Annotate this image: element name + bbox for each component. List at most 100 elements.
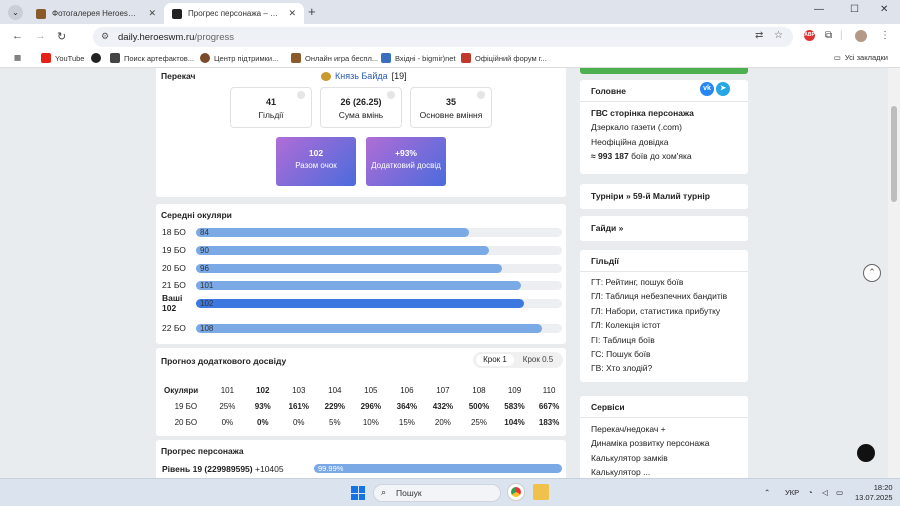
table-cell: 25%	[219, 401, 236, 411]
list-item[interactable]: ГС: Пошук боїв	[580, 347, 748, 361]
telegram-icon[interactable]: ➤	[716, 82, 730, 96]
file-explorer-icon[interactable]	[533, 484, 549, 500]
list-item[interactable]: Перекач/недокач +	[580, 422, 748, 436]
back-icon[interactable]: ←	[12, 30, 23, 42]
table-cell: 5%	[329, 417, 341, 427]
tab-bar: ⌄ Фотогалерея HeroesWM. Княз ✕ Прогрес п…	[0, 0, 900, 24]
tournaments-link[interactable]: Турніри » 59-й Малий турнір	[580, 184, 748, 209]
table-cell: 0%	[292, 417, 305, 427]
list-item[interactable]: ГІ: Таблиця боїв	[580, 333, 748, 347]
windows-start-icon[interactable]	[351, 486, 365, 500]
bookmark-globe[interactable]	[91, 53, 101, 63]
level-bar-value: 90	[200, 246, 209, 255]
card-title: Сервіси	[591, 402, 625, 412]
volume-icon[interactable]: ◁	[822, 488, 828, 497]
site-info-icon[interactable]: ⚙	[101, 31, 109, 42]
all-bookmarks[interactable]: ▭ Усі закладки	[834, 53, 888, 62]
level-row: 18 БО 84	[162, 226, 562, 238]
globe-icon	[91, 53, 101, 63]
level-progress-value: 99.99%	[318, 464, 344, 473]
card-title: Головне	[591, 86, 626, 96]
battery-icon[interactable]: ▭	[836, 488, 843, 497]
list-item[interactable]: Динаміка розвитку персонажа	[580, 436, 748, 450]
close-tab-icon[interactable]: ✕	[148, 8, 156, 19]
tab-search-icon[interactable]: ⌄	[8, 5, 23, 20]
list-item[interactable]: ГВС сторінка персонажа	[580, 106, 748, 120]
list-item[interactable]: Калькулятор замків	[580, 451, 748, 465]
extensions-icon[interactable]: ⧉	[825, 30, 832, 41]
guilds-list: ГТ: Рейтинг, пошук боїв ГЛ: Таблиця небез…	[580, 272, 748, 376]
scrollbar-thumb[interactable]	[891, 106, 897, 202]
tournaments-card[interactable]: Турніри » 59-й Малий турнір	[580, 184, 748, 209]
youtube-icon	[41, 53, 51, 63]
step-0-5-button[interactable]: Крок 0.5	[517, 354, 559, 366]
list-item[interactable]: Калькулятор ...	[580, 465, 748, 478]
language-indicator[interactable]: УКР	[785, 488, 799, 497]
chrome-icon[interactable]	[508, 484, 524, 500]
level-bar-value: 84	[200, 228, 209, 237]
bookmark-online-game[interactable]: Онлайн игра беспл...	[291, 53, 378, 63]
clock[interactable]: 18:20 13.07.2025	[855, 483, 893, 503]
tab-gallery[interactable]: Фотогалерея HeroesWM. Княз ✕	[28, 3, 164, 24]
level-bar-track: 90	[196, 246, 562, 255]
tray-chevron-icon[interactable]: ⌃	[764, 488, 770, 497]
hero-name-link[interactable]: Князь Байда	[335, 71, 388, 81]
info-icon[interactable]	[387, 91, 395, 99]
list-item[interactable]: Дзеркало газети (.com)	[580, 120, 748, 134]
reload-icon[interactable]: ↻	[57, 30, 66, 43]
level-label: 19 БО	[162, 245, 186, 255]
list-item[interactable]: ГТ: Рейтинг, пошук боїв	[580, 275, 748, 289]
apps-grid-icon[interactable]: ▦	[14, 53, 21, 62]
table-cell: 161%	[288, 401, 309, 411]
level-label: Ваші 102	[162, 293, 183, 313]
level-row: 19 БО 90	[162, 244, 562, 256]
list-item[interactable]: Неофіційна довідка	[580, 135, 748, 149]
list-item[interactable]: ГЛ: Набори, статистика прибутку	[580, 304, 748, 318]
translate-icon[interactable]: ⇄	[755, 30, 763, 41]
level-row: 21 БО 101	[162, 279, 562, 291]
close-tab-icon[interactable]: ✕	[288, 8, 296, 19]
bookmark-forum[interactable]: Офіційний форум г...	[461, 53, 547, 63]
profile-avatar-icon[interactable]	[855, 30, 867, 42]
maximize-icon[interactable]: ☐	[850, 4, 859, 15]
vk-icon[interactable]: vk	[700, 82, 714, 96]
bookmark-bigmir[interactable]: Вхідні - bigmir)net	[381, 53, 456, 63]
forward-icon[interactable]: →	[35, 30, 46, 42]
level-row: Ваші 102 102	[162, 293, 562, 313]
tab-progress[interactable]: Прогрес персонажа – HWM D ✕	[164, 3, 304, 24]
info-icon[interactable]	[477, 91, 485, 99]
scroll-top-icon[interactable]: ⌃	[863, 264, 881, 282]
taskbar-search[interactable]: ⌕ Пошук	[373, 484, 501, 502]
level-bar-track: 96	[196, 264, 562, 273]
bookmark-support[interactable]: Центр підтримки...	[200, 53, 278, 63]
level-bar-fill	[196, 324, 542, 333]
list-item[interactable]: ГЛ: Колекція істот	[580, 318, 748, 332]
new-tab-button[interactable]: +	[308, 4, 316, 19]
list-item[interactable]: ГЛ: Таблиця небезпечних бандитів	[580, 289, 748, 303]
hero-name[interactable]: Князь Байда [19]	[321, 71, 407, 81]
row-label: 19 БО	[174, 401, 198, 411]
guides-link[interactable]: Гайди »	[580, 216, 748, 241]
step-1-button[interactable]: Крок 1	[476, 354, 514, 366]
omnibox[interactable]: ⚙ daily.heroeswm.ru/progress ⇄ ☆	[93, 27, 793, 47]
guides-card[interactable]: Гайди »	[580, 216, 748, 241]
bookmark-youtube[interactable]: YouTube	[41, 53, 84, 63]
bookmark-star-icon[interactable]: ☆	[774, 30, 783, 41]
list-item[interactable]: ГВ: Хто злодій?	[580, 361, 748, 375]
adblock-icon[interactable]: ABP	[804, 30, 815, 41]
minimize-icon[interactable]: —	[814, 4, 824, 15]
stat-label: Основне вміння	[419, 110, 483, 120]
page-scrollbar[interactable]	[888, 68, 900, 478]
level-label: 20 БО	[162, 263, 186, 273]
floating-action-button[interactable]	[857, 444, 875, 462]
info-icon[interactable]	[297, 91, 305, 99]
url-text[interactable]: daily.heroeswm.ru/progress	[118, 32, 234, 43]
wifi-icon[interactable]: ◔	[808, 488, 813, 497]
row-label: 20 БО	[174, 417, 198, 427]
services-card: Сервіси Перекач/недокач + Динаміка розвит…	[580, 396, 748, 478]
taskbar: ⌕ Пошук ⌃ УКР ◔ ◁ ▭ 18:20 13.07.2025	[0, 478, 900, 506]
close-window-icon[interactable]: ✕	[880, 4, 888, 15]
bookmark-artifacts[interactable]: Поиск артефактов...	[110, 53, 194, 63]
menu-kebab-icon[interactable]: ⋮	[880, 30, 890, 41]
table-cell: 104%	[504, 417, 525, 427]
